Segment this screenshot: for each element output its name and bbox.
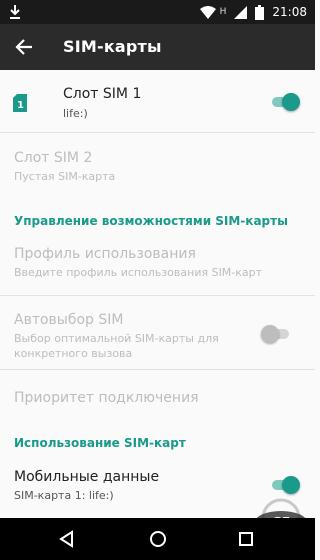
sim-slot-2-title: Слот SIM 2 <box>14 150 93 166</box>
mobile-data-toggle[interactable] <box>270 476 300 494</box>
network-type-label: H <box>219 7 227 17</box>
battery-icon <box>255 4 265 20</box>
section-header-sim-management: Управление возможностями SIM-карты <box>14 214 288 228</box>
mobile-data-subtitle: SIM-карта 1: life:) <box>14 489 114 502</box>
app-bar: SIM-карты <box>0 24 315 70</box>
usage-profile-subtitle: Введите профиль использования SIM-карт <box>14 266 263 279</box>
status-time: 21:08 <box>272 5 307 19</box>
section-header-sim-usage: Использование SIM-карт <box>14 436 186 450</box>
sim-slot-2-subtitle: Пустая SIM-карта <box>14 170 116 183</box>
toggle-thumb <box>261 325 279 343</box>
sim-slot-1-toggle[interactable] <box>270 93 300 111</box>
back-triangle-icon[interactable] <box>57 529 77 549</box>
auto-select-sim-row: Автовыбор SIM Выбор оптимальной SIM-карт… <box>0 296 315 368</box>
usage-profile-row: Профиль использования Введите профиль ис… <box>0 238 315 294</box>
auto-select-sim-toggle <box>261 325 291 343</box>
usage-profile-title: Профиль использования <box>14 246 196 262</box>
auto-select-sim-subtitle-line1: Выбор оптимальной SIM-карты для <box>14 332 219 345</box>
sim-slot-1-title: Слот SIM 1 <box>63 86 142 102</box>
sim-slot-1-subtitle: life:) <box>63 107 88 120</box>
sim-slot-1-row[interactable]: 1 Слот SIM 1 life:) <box>0 70 315 132</box>
connection-priority-title: Приоритет подключения <box>14 390 199 406</box>
sim-card-icon: 1 <box>13 94 27 112</box>
toggle-thumb <box>282 476 300 494</box>
auto-select-sim-subtitle-line2: конкретного вызова <box>14 347 133 360</box>
back-arrow-icon[interactable] <box>14 37 34 57</box>
wifi-icon <box>199 5 216 19</box>
navigation-bar <box>0 518 315 560</box>
sim-card-icon-number: 1 <box>17 100 24 111</box>
toggle-thumb <box>282 93 300 111</box>
recents-square-icon[interactable] <box>236 529 256 549</box>
status-bar: H 21:08 <box>0 0 315 24</box>
auto-select-sim-title: Автовыбор SIM <box>14 312 124 328</box>
connection-priority-row: Приоритет подключения <box>0 370 315 420</box>
page-title: SIM-карты <box>63 37 162 56</box>
mobile-data-title: Мобильные данные <box>14 469 160 485</box>
sim-slot-2-row: Слот SIM 2 Пустая SIM-карта <box>0 133 315 193</box>
signal-icon <box>234 5 248 19</box>
home-circle-icon[interactable] <box>148 529 168 549</box>
download-icon <box>10 5 20 19</box>
